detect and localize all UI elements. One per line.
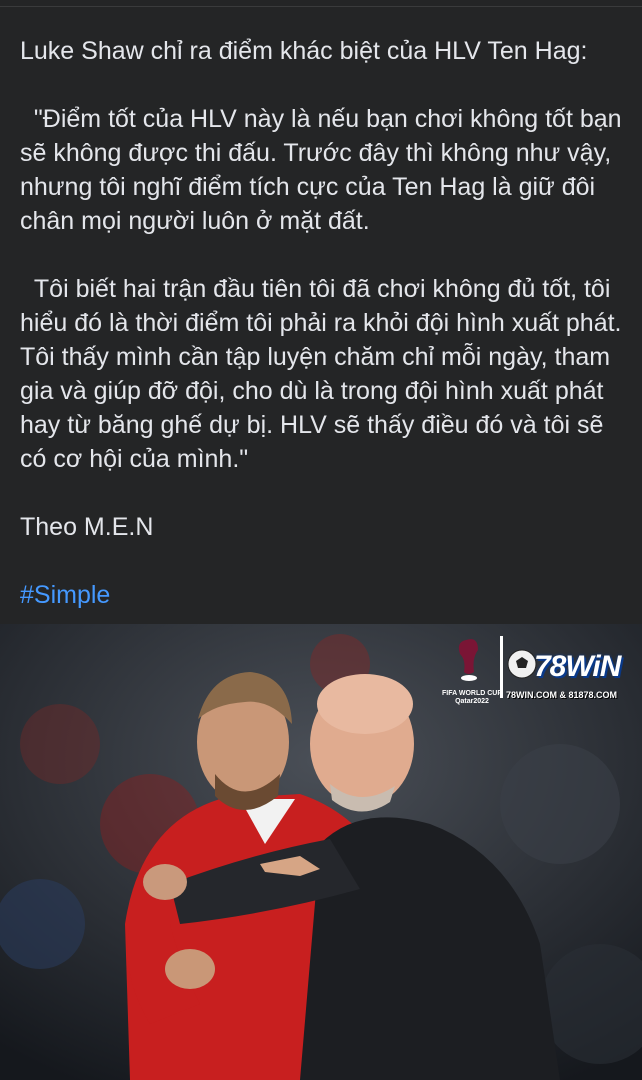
- post-intro: Luke Shaw chỉ ra điểm khác biệt của HLV …: [20, 37, 588, 65]
- watermark-logo: FIFA WORLD CUP Qatar2022 78WiN 78WIN.COM…: [442, 632, 638, 705]
- post-quote-paragraph-1: "Điểm tốt của HLV này là nếu bạn chơi kh…: [20, 105, 629, 235]
- hashtag-link[interactable]: #Simple: [20, 578, 632, 612]
- brand-url: 78WIN.COM & 81878.COM: [506, 690, 618, 700]
- post-photo[interactable]: FIFA WORLD CUP Qatar2022 78WiN 78WIN.COM…: [0, 624, 642, 1080]
- post-quote-paragraph-2: Tôi biết hai trận đầu tiên tôi đã chơi k…: [20, 275, 629, 473]
- post-body: Luke Shaw chỉ ra điểm khác biệt của HLV …: [20, 34, 632, 612]
- post-source: Theo M.E.N: [20, 513, 154, 541]
- brand-name: 78WiN: [534, 650, 621, 683]
- world-cup-caption: FIFA WORLD CUP Qatar2022: [442, 690, 503, 705]
- top-divider: [0, 0, 642, 7]
